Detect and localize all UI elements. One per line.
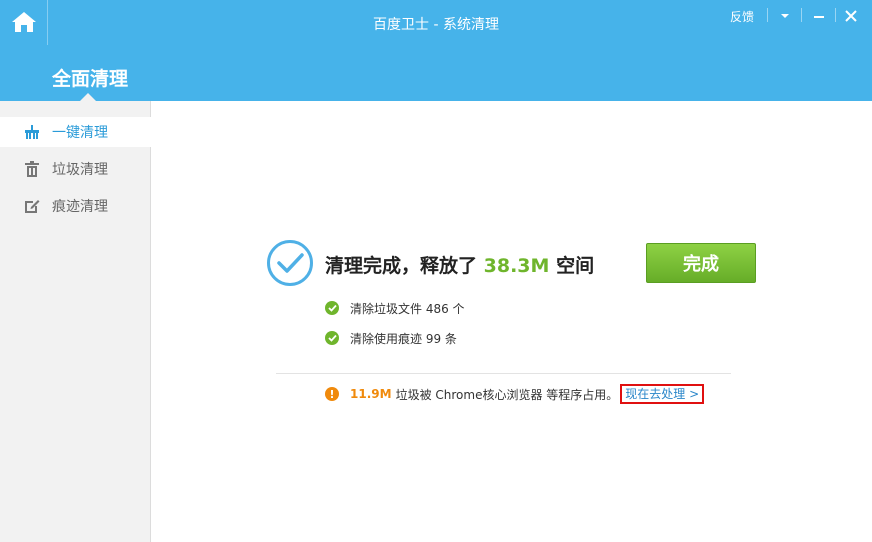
detail-junk-files: 清除垃圾文件 486 个: [325, 299, 465, 317]
check-icon: [325, 301, 339, 315]
warning-icon: !: [325, 387, 339, 401]
sidebar-item-junk-cleanup[interactable]: 垃圾清理: [0, 154, 151, 184]
result-title: 清理完成，释放了 38.3M 空间: [325, 251, 594, 278]
sidebar: 一键清理 垃圾清理 痕迹清理: [0, 101, 151, 542]
window-control-divider: [835, 8, 836, 22]
tab-pointer: [80, 93, 96, 101]
success-check-icon: [267, 240, 313, 286]
chevron-down-icon: [781, 14, 789, 18]
minimize-button[interactable]: [808, 6, 830, 26]
warning-text: 垃圾被 Chrome核心浏览器 等程序占用。: [395, 387, 619, 402]
content-divider: [276, 373, 731, 374]
menu-dropdown-button[interactable]: [774, 6, 796, 26]
sidebar-item-label: 一键清理: [52, 125, 108, 141]
feedback-link[interactable]: 反馈: [730, 8, 754, 25]
done-button[interactable]: 完成: [646, 243, 756, 283]
check-icon: [325, 331, 339, 345]
detail-usage-traces: 清除使用痕迹 99 条: [325, 329, 457, 347]
freed-size: 38.3M: [483, 255, 550, 277]
handle-now-link[interactable]: 现在去处理 >: [620, 384, 705, 404]
result-title-suffix: 空间: [556, 255, 595, 277]
window-control-divider: [767, 8, 768, 22]
sidebar-item-label: 痕迹清理: [52, 199, 108, 215]
close-button[interactable]: [840, 6, 862, 26]
minimize-icon: [814, 16, 824, 18]
sidebar-item-one-click-cleanup[interactable]: 一键清理: [0, 117, 151, 147]
sidebar-item-label: 垃圾清理: [52, 162, 108, 178]
edit-icon: [22, 196, 42, 216]
close-icon: [845, 10, 857, 22]
tab-full-cleanup[interactable]: 全面清理: [52, 64, 128, 91]
sidebar-item-trace-cleanup[interactable]: 痕迹清理: [0, 191, 151, 221]
warning-row: ! 11.9M 垃圾被 Chrome核心浏览器 等程序占用。 现在去处理 >: [325, 384, 705, 404]
result-title-prefix: 清理完成，释放了: [325, 255, 478, 277]
detail-text: 清除垃圾文件 486 个: [350, 301, 465, 316]
trash-icon: [22, 159, 42, 179]
broom-icon: [22, 122, 42, 142]
header-bar: 百度卫士 - 系统清理 反馈 全面清理: [0, 0, 872, 101]
occupied-size: 11.9M: [350, 387, 392, 401]
window-control-divider: [801, 8, 802, 22]
detail-text: 清除使用痕迹 99 条: [350, 331, 457, 346]
